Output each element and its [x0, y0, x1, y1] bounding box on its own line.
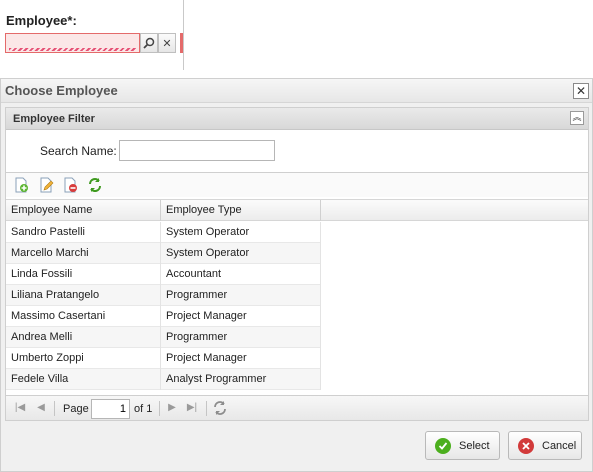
table-row[interactable]: Marcello Marchi System Operator: [6, 243, 321, 264]
employee-name-cell: Fedele Villa: [6, 369, 161, 390]
search-name-input[interactable]: [119, 140, 275, 161]
employee-type-cell: Programmer: [161, 285, 321, 306]
last-page-icon[interactable]: ▶|: [184, 400, 200, 416]
employee-type-cell: System Operator: [161, 243, 321, 264]
double-chevron-up-icon: ︽: [572, 112, 582, 122]
next-page-icon[interactable]: ▶: [164, 400, 180, 416]
pager-refresh-icon[interactable]: [212, 400, 228, 416]
employee-name-cell: Linda Fossili: [6, 264, 161, 285]
employee-name-cell: Andrea Melli: [6, 327, 161, 348]
employee-input[interactable]: [5, 33, 140, 53]
close-dialog-button[interactable]: ✕: [573, 83, 589, 99]
employee-type-cell: Accountant: [161, 264, 321, 285]
employee-grid-panel: Employee Name Employee Type Sandro Paste…: [5, 173, 589, 421]
cancel-icon: [518, 437, 534, 454]
column-header-employee-type[interactable]: Employee Type: [161, 200, 321, 221]
pager-divider: [54, 401, 55, 416]
add-record-icon[interactable]: [13, 177, 29, 193]
employee-name-cell: Liliana Pratangelo: [6, 285, 161, 306]
choose-employee-dialog: Choose Employee ✕ Employee Filter ︽ Sear…: [0, 78, 593, 472]
pager-divider: [159, 401, 160, 416]
employee-type-cell: Programmer: [161, 327, 321, 348]
dialog-header: Choose Employee ✕: [1, 79, 592, 103]
employee-name-cell: Umberto Zoppi: [6, 348, 161, 369]
filter-panel-title: Employee Filter: [13, 113, 95, 125]
table-row[interactable]: Linda Fossili Accountant: [6, 264, 321, 285]
checkmark-icon: [435, 437, 451, 454]
collapse-filter-button[interactable]: ︽: [570, 111, 584, 125]
clear-button[interactable]: ✕: [158, 33, 176, 53]
table-row[interactable]: Andrea Melli Programmer: [6, 327, 321, 348]
select-button[interactable]: Select: [425, 431, 500, 460]
cancel-button-label: Cancel: [542, 439, 577, 452]
search-name-label: Search Name:: [40, 144, 117, 158]
first-page-icon[interactable]: |◀: [12, 400, 28, 416]
edit-record-icon[interactable]: [38, 177, 54, 193]
table-row[interactable]: Fedele Villa Analyst Programmer: [6, 369, 321, 390]
employee-type-cell: Analyst Programmer: [161, 369, 321, 390]
search-icon: [143, 37, 155, 49]
select-button-label: Select: [459, 439, 490, 452]
employee-form: Employee*: ✕: [0, 0, 190, 70]
grid-toolbar: [6, 173, 588, 197]
employee-label: Employee*:: [6, 13, 77, 28]
grid-pager: |◀ ◀ Page of 1 ▶ ▶|: [5, 395, 589, 421]
pager-divider: [206, 401, 207, 416]
invalid-indicator: [9, 48, 136, 51]
form-divider: [183, 0, 184, 70]
grid-header: Employee Name Employee Type: [6, 199, 588, 221]
previous-page-icon[interactable]: ◀: [33, 400, 49, 416]
employee-name-cell: Marcello Marchi: [6, 243, 161, 264]
dialog-title: Choose Employee: [5, 83, 118, 98]
employee-type-cell: Project Manager: [161, 306, 321, 327]
employee-filter-panel: Employee Filter ︽ Search Name:: [5, 107, 589, 173]
page-count-label: of 1: [134, 403, 153, 415]
refresh-icon[interactable]: [87, 177, 103, 193]
close-icon: ✕: [575, 84, 587, 98]
clear-icon: ✕: [162, 37, 172, 50]
table-row[interactable]: Liliana Pratangelo Programmer: [6, 285, 321, 306]
table-row[interactable]: Umberto Zoppi Project Manager: [6, 348, 321, 369]
employee-type-cell: System Operator: [161, 222, 321, 243]
employee-name-cell: Sandro Pastelli: [6, 222, 161, 243]
filter-panel-header: Employee Filter ︽: [6, 108, 588, 130]
page-label: Page: [63, 403, 89, 415]
cancel-button[interactable]: Cancel: [508, 431, 582, 460]
column-header-employee-name[interactable]: Employee Name: [6, 200, 161, 221]
table-row[interactable]: Massimo Casertani Project Manager: [6, 306, 321, 327]
employee-type-cell: Project Manager: [161, 348, 321, 369]
table-row[interactable]: Sandro Pastelli System Operator: [6, 222, 321, 243]
employee-name-cell: Massimo Casertani: [6, 306, 161, 327]
page-number-input[interactable]: [91, 399, 130, 419]
grid-body: Sandro Pastelli System Operator Marcello…: [6, 222, 321, 390]
lookup-search-button[interactable]: [140, 33, 158, 53]
delete-record-icon[interactable]: [62, 177, 78, 193]
